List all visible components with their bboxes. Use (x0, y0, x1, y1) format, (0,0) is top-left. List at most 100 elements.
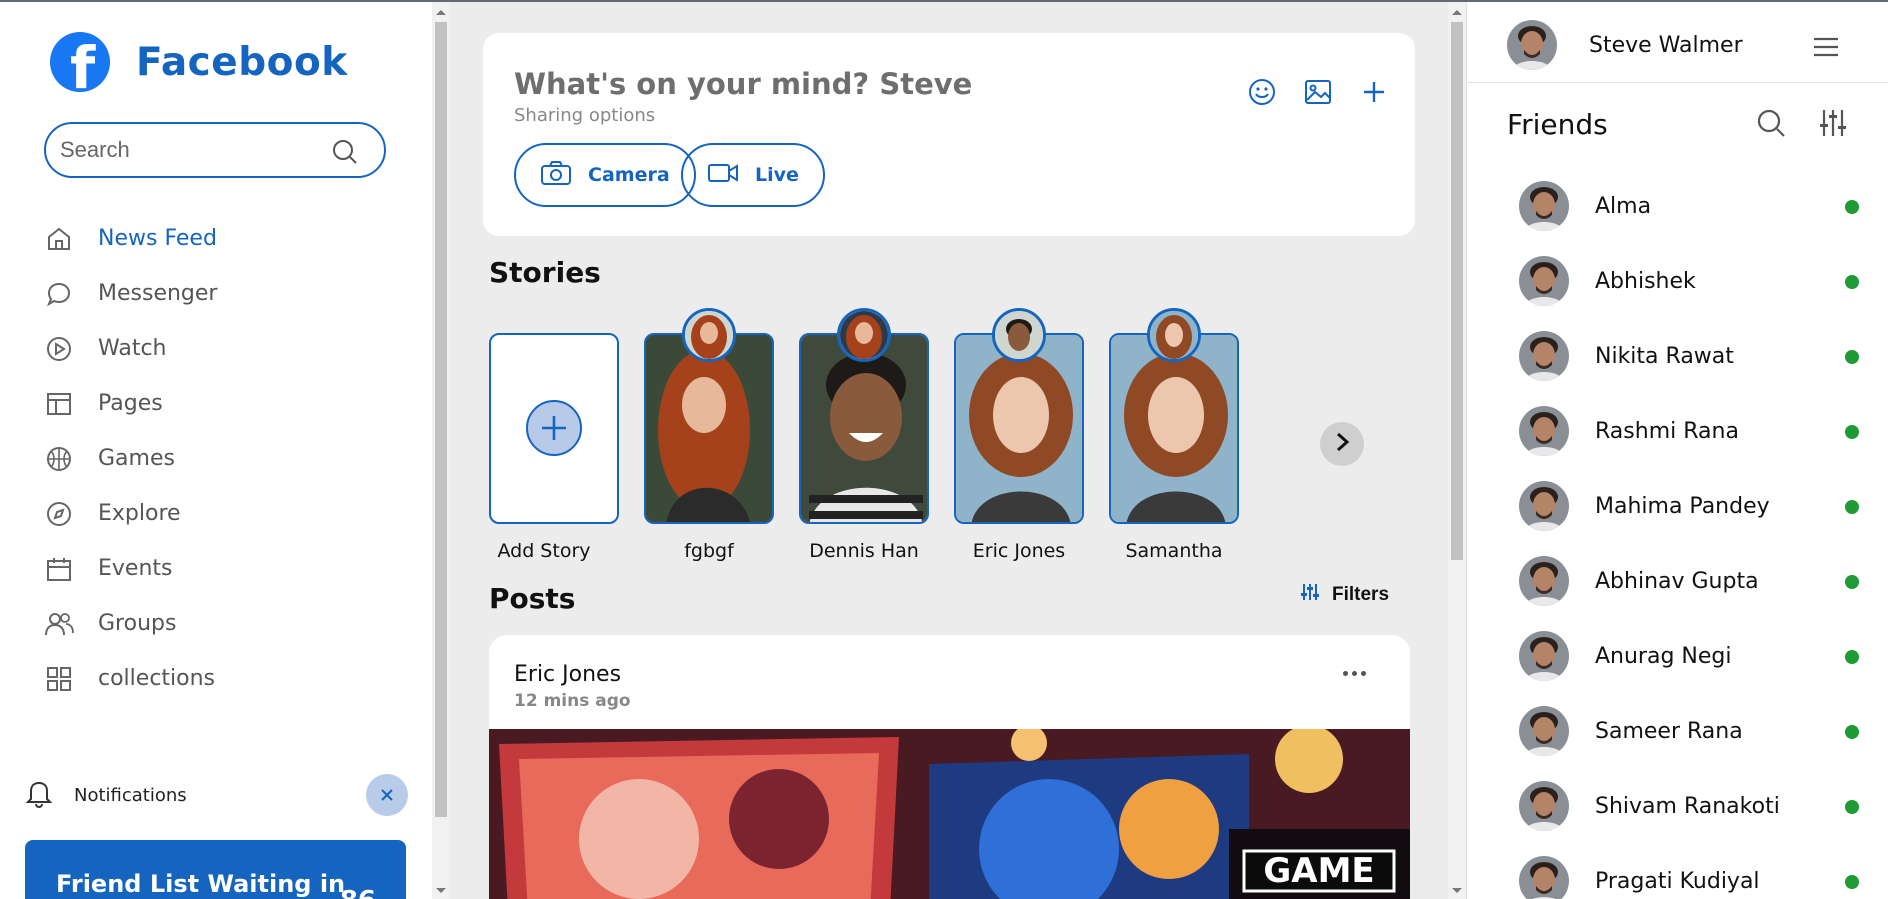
nav-item-news-feed[interactable]: News Feed (44, 211, 217, 266)
composer-prompt[interactable]: What's on your mind? Steve (514, 67, 972, 101)
friend-row[interactable]: Abhinav Gupta (1519, 555, 1859, 607)
scroll-up-arrow[interactable] (1452, 10, 1462, 15)
avatar (1519, 181, 1569, 231)
search-input[interactable] (60, 137, 330, 163)
filters-label: Filters (1332, 584, 1390, 605)
friend-row[interactable]: Shivam Ranakoti (1519, 780, 1859, 832)
live-button[interactable]: Live (681, 143, 825, 207)
online-status-dot (1845, 650, 1859, 664)
friend-name: Anurag Negi (1595, 643, 1732, 669)
story-image (1111, 335, 1237, 522)
bell-icon (24, 777, 54, 813)
image-icon[interactable] (1303, 77, 1333, 107)
friend-row[interactable]: Pragati Kudiyal (1519, 855, 1859, 899)
friend-row[interactable]: Rashmi Rana (1519, 405, 1859, 457)
friend-name: Abhishek (1595, 268, 1696, 294)
avatar (1519, 406, 1569, 456)
story-image (956, 335, 1082, 522)
story-avatar[interactable] (992, 308, 1046, 362)
news-feed: What's on your mind? Steve Sharing optio… (450, 2, 1448, 899)
post-author[interactable]: Eric Jones (514, 662, 621, 687)
hamburger-menu-icon[interactable] (1812, 36, 1840, 62)
brand[interactable]: f Facebook (50, 32, 348, 92)
friend-list-text: Friend List Waiting in (56, 870, 346, 898)
nav-item-messenger[interactable]: Messenger (44, 266, 217, 321)
online-status-dot (1845, 200, 1859, 214)
composer-subtitle: Sharing options (514, 105, 656, 126)
friend-row[interactable]: Mahima Pandey (1519, 480, 1859, 532)
story-name: Samantha (1125, 540, 1223, 562)
story-avatar[interactable] (682, 308, 736, 362)
friend-list-count: 86 (340, 886, 376, 899)
chat-icon (44, 279, 74, 309)
nav-item-explore[interactable]: Explore (44, 486, 217, 541)
camera-icon (540, 160, 572, 190)
avatar (1519, 256, 1569, 306)
scroll-thumb[interactable] (1451, 22, 1463, 560)
feed-scrollbar[interactable] (1448, 2, 1466, 899)
search-icon[interactable] (332, 139, 358, 169)
nav-item-events[interactable]: Events (44, 541, 217, 596)
post-composer[interactable]: What's on your mind? Steve Sharing optio… (483, 33, 1415, 236)
more-options-icon[interactable] (1343, 671, 1366, 676)
camera-button[interactable]: Camera (514, 143, 696, 207)
friends-tools (1756, 108, 1848, 142)
nav-label: Watch (98, 336, 167, 361)
emoji-icon[interactable] (1247, 77, 1277, 107)
nav-item-games[interactable]: Games (44, 431, 217, 486)
filters-button[interactable]: Filters (1300, 582, 1389, 608)
play-icon (44, 334, 74, 364)
friend-row[interactable]: Sameer Rana (1519, 705, 1859, 757)
post-card: Eric Jones 12 mins ago GAME (489, 635, 1410, 899)
friend-row[interactable]: Alma (1519, 180, 1859, 232)
online-status-dot (1845, 575, 1859, 589)
story-image (801, 335, 927, 522)
friends-title: Friends (1507, 108, 1608, 141)
posts-title: Posts (489, 582, 576, 615)
divider (1467, 82, 1888, 83)
avatar (1507, 20, 1557, 70)
plus-icon[interactable] (1359, 77, 1389, 107)
friend-row[interactable]: Anurag Negi (1519, 630, 1859, 682)
scroll-down-arrow[interactable] (1452, 888, 1462, 893)
story-avatar[interactable] (1147, 308, 1201, 362)
composer-actions (1247, 77, 1389, 107)
nav-item-groups[interactable]: Groups (44, 596, 217, 651)
story-avatar[interactable] (837, 308, 891, 362)
compass-icon (44, 499, 74, 529)
add-story-card[interactable] (489, 333, 619, 524)
online-status-dot (1845, 500, 1859, 514)
story-image (646, 335, 772, 522)
add-story-plus-icon[interactable] (526, 400, 582, 456)
nav-label: Explore (98, 501, 181, 526)
avatar (1519, 706, 1569, 756)
scroll-up-arrow[interactable] (436, 10, 446, 15)
friend-name: Abhinav Gupta (1595, 568, 1759, 594)
left-scrollbar[interactable] (432, 2, 450, 899)
nav-item-pages[interactable]: Pages (44, 376, 217, 431)
stories-next-button[interactable] (1320, 422, 1364, 466)
close-icon[interactable] (366, 774, 408, 816)
search-box (44, 122, 386, 178)
post-image[interactable]: GAME (489, 729, 1410, 899)
camera-label: Camera (588, 164, 670, 186)
nav-item-collections[interactable]: collections (44, 651, 217, 706)
live-label: Live (755, 164, 799, 186)
online-status-dot (1845, 800, 1859, 814)
search-icon[interactable] (1756, 108, 1786, 142)
notifications-row[interactable]: Notifications (24, 774, 408, 816)
online-status-dot (1845, 350, 1859, 364)
current-user[interactable]: Steve Walmer (1507, 20, 1743, 70)
notifications-label: Notifications (74, 784, 187, 806)
sliders-icon (1300, 582, 1320, 608)
scroll-down-arrow[interactable] (436, 888, 446, 893)
sliders-icon[interactable] (1818, 108, 1848, 142)
friend-name: Shivam Ranakoti (1595, 793, 1780, 819)
scroll-thumb[interactable] (435, 22, 447, 817)
story-name: fgbgf (684, 540, 734, 562)
friend-row[interactable]: Nikita Rawat (1519, 330, 1859, 382)
friend-row[interactable]: Abhishek (1519, 255, 1859, 307)
nav-label: News Feed (98, 226, 217, 251)
nav-item-watch[interactable]: Watch (44, 321, 217, 376)
friend-list-banner[interactable]: Friend List Waiting in 86 (25, 840, 406, 899)
